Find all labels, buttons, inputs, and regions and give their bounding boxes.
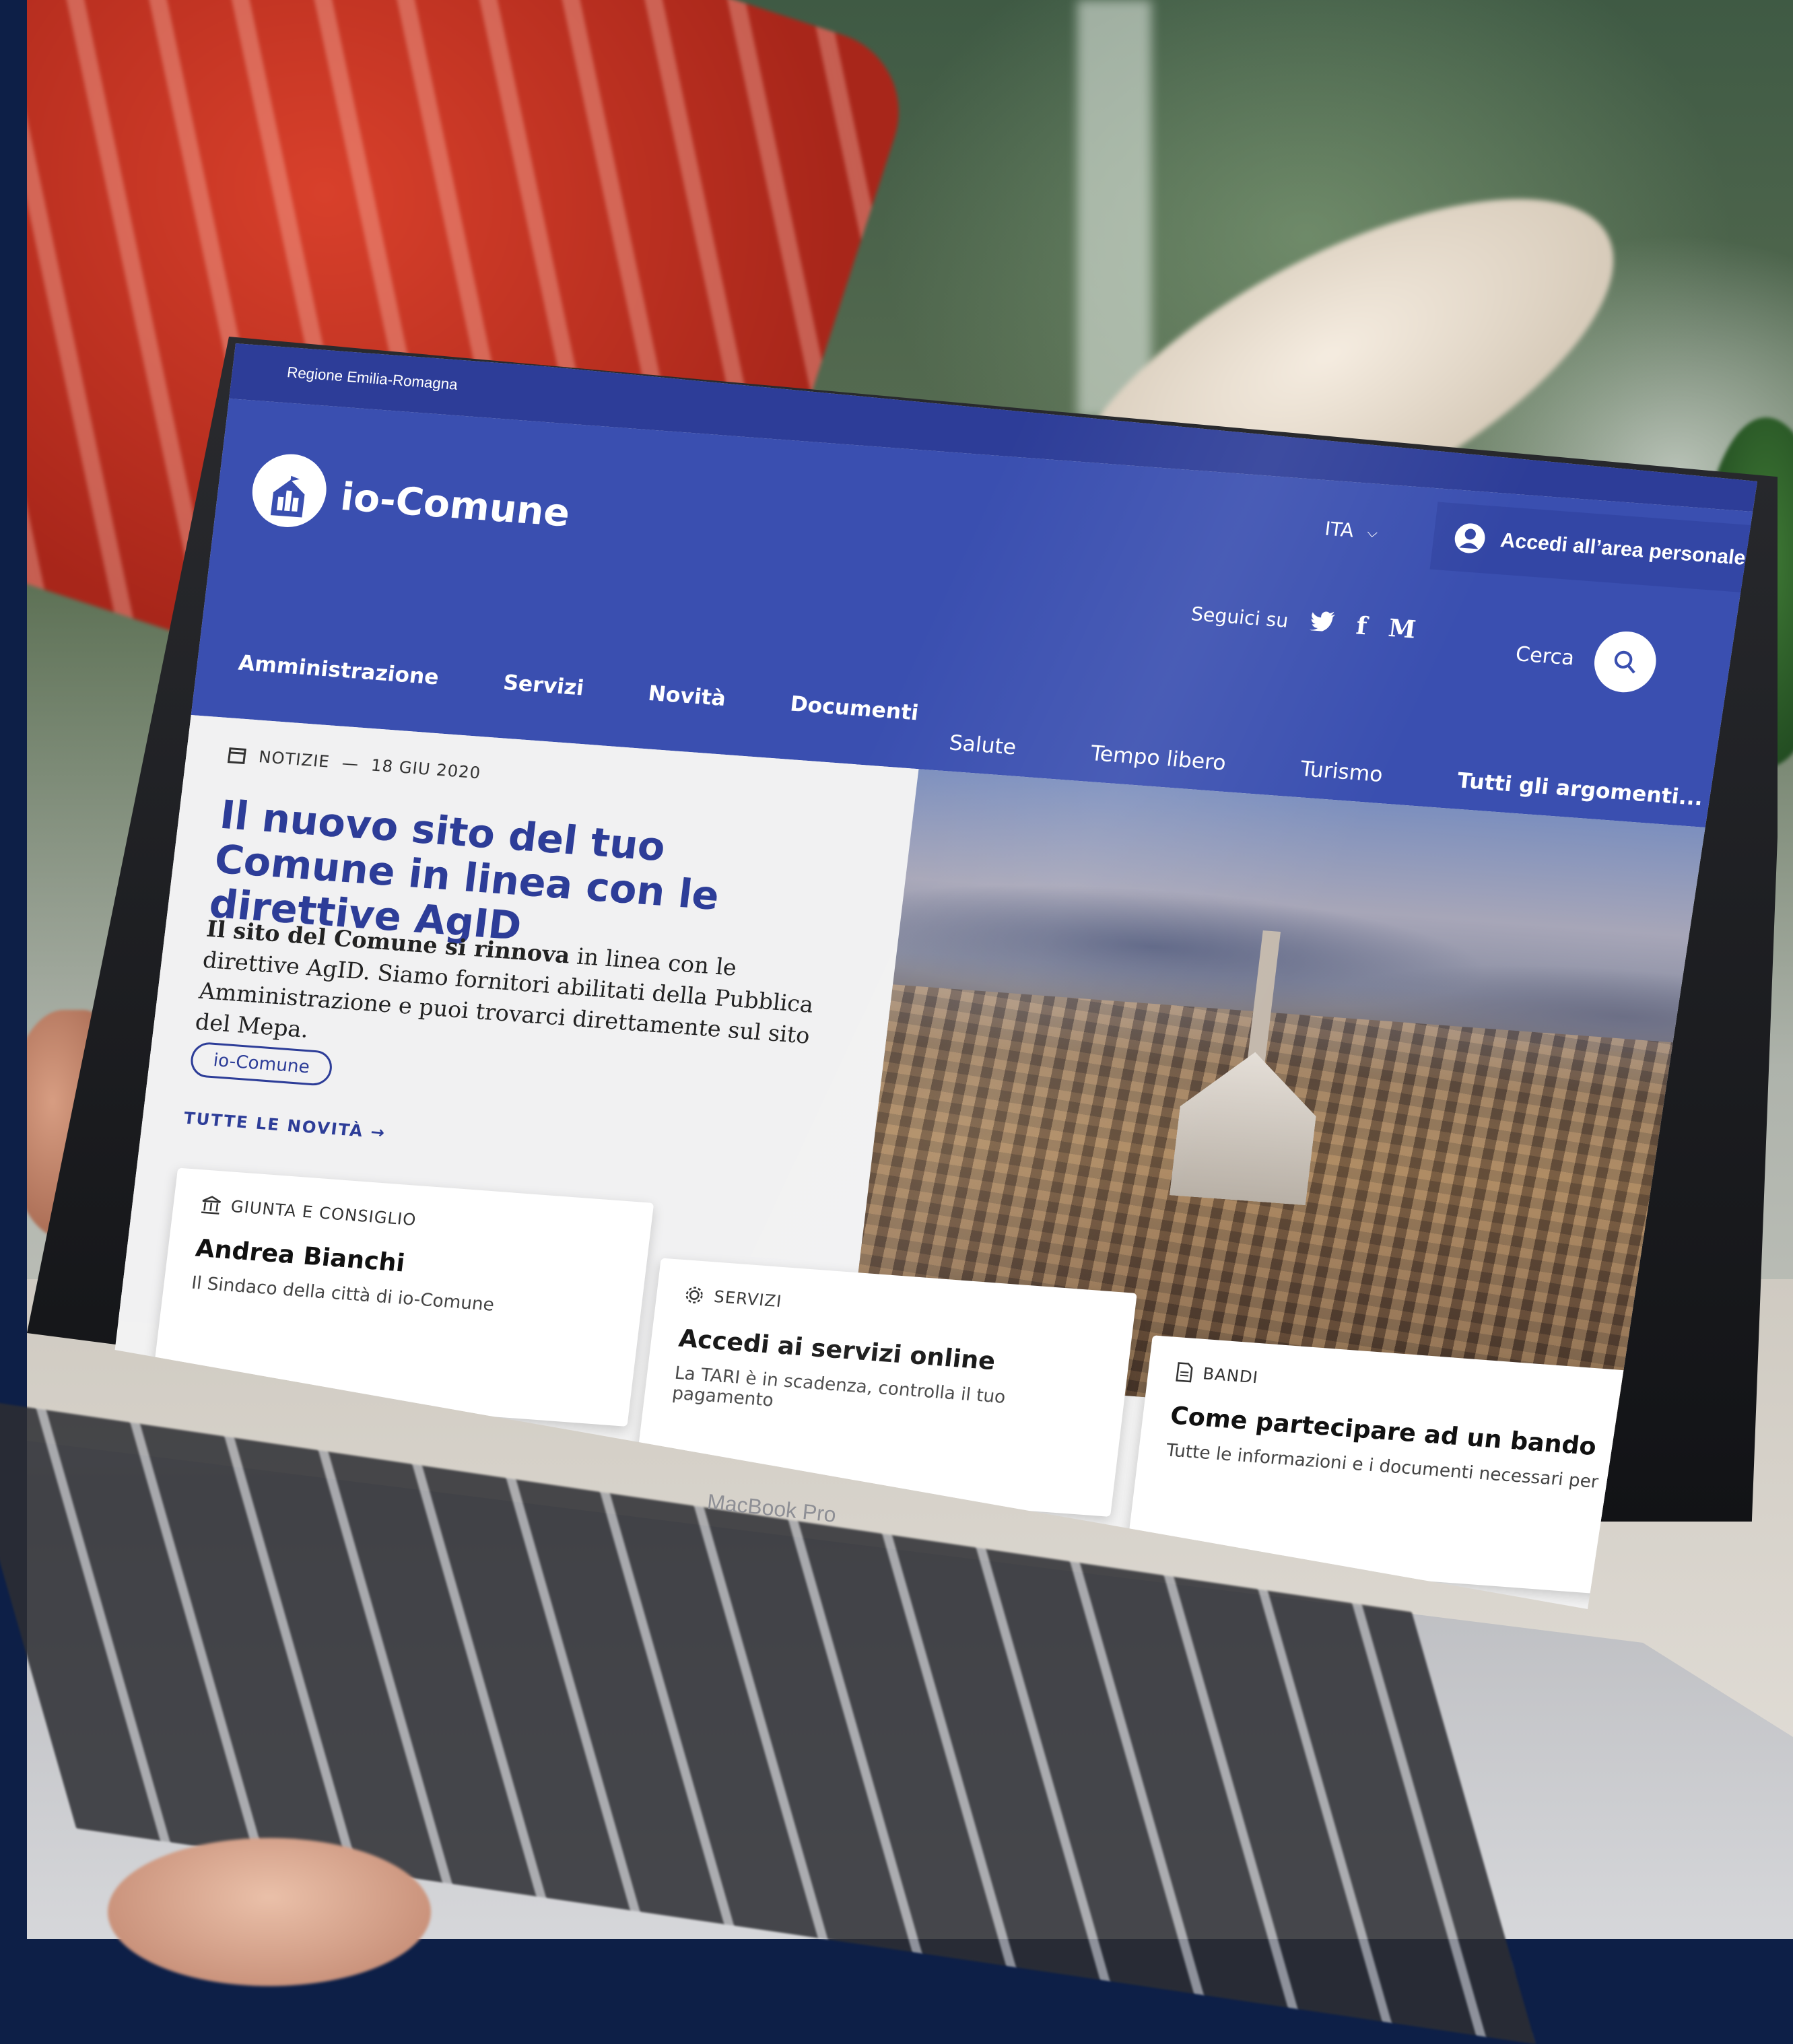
facebook-icon[interactable]: f	[1355, 611, 1369, 640]
card-category-label: SERVIZI	[712, 1287, 783, 1311]
news-category: NOTIZIE	[257, 747, 331, 772]
search-label: Cerca	[1514, 642, 1576, 670]
language-label: ITA	[1323, 517, 1355, 542]
news-meta: NOTIZIE — 18 GIU 2020	[226, 745, 482, 783]
meta-separator: —	[341, 753, 360, 774]
nav-item-amministrazione[interactable]: Amministrazione	[237, 651, 440, 690]
twitter-icon[interactable]	[1308, 608, 1336, 638]
nav-item-documenti[interactable]: Documenti	[789, 691, 920, 725]
left-border-stripe	[0, 0, 27, 1939]
card-category: SERVIZI	[683, 1285, 1107, 1336]
window-light	[1077, 0, 1151, 417]
main-nav: Amministrazione Servizi Novità Documenti	[237, 651, 920, 726]
news-tag[interactable]: io-Comune	[189, 1041, 335, 1087]
document-icon	[1176, 1362, 1193, 1383]
region-link[interactable]: Regione Emilia-Romagna	[286, 364, 459, 394]
user-icon	[1454, 523, 1485, 553]
social-follow: Seguici su f M	[1190, 599, 1417, 644]
gear-icon	[685, 1287, 703, 1303]
login-label: Accedi all’area personale	[1499, 529, 1747, 570]
language-selector[interactable]: ITA ⌵	[1324, 518, 1379, 544]
card-category-label: GIUNTA E CONSIGLIO	[230, 1196, 418, 1230]
search-area: Cerca	[1512, 623, 1660, 695]
site-name[interactable]: io-Comune	[338, 475, 572, 536]
search-icon	[1614, 650, 1635, 674]
card-category: GIUNTA E CONSIGLIO	[200, 1194, 624, 1246]
topic-salute[interactable]: Salute	[948, 730, 1017, 759]
topics-all-link[interactable]: Tutti gli argomenti...	[1456, 768, 1704, 811]
search-button[interactable]	[1590, 629, 1660, 695]
medium-icon[interactable]: M	[1387, 614, 1417, 644]
chevron-down-icon: ⌵	[1366, 523, 1379, 541]
right-hand	[108, 1838, 431, 1986]
nav-item-novita[interactable]: Novità	[647, 681, 727, 712]
nav-item-servizi[interactable]: Servizi	[502, 671, 585, 701]
logo-icon[interactable]	[248, 451, 331, 530]
news-date: 18 GIU 2020	[370, 755, 482, 783]
all-news-link[interactable]: TUTTE LE NOVITÀ →	[182, 1109, 386, 1143]
login-button[interactable]: Accedi all’area personale	[1429, 502, 1757, 594]
follow-label: Seguici su	[1190, 602, 1290, 632]
topic-turismo[interactable]: Turismo	[1299, 757, 1384, 787]
card-category-label: BANDI	[1201, 1364, 1260, 1388]
calendar-icon	[227, 747, 246, 764]
institution-icon	[201, 1196, 222, 1215]
topic-tempo-libero[interactable]: Tempo libero	[1089, 741, 1227, 776]
